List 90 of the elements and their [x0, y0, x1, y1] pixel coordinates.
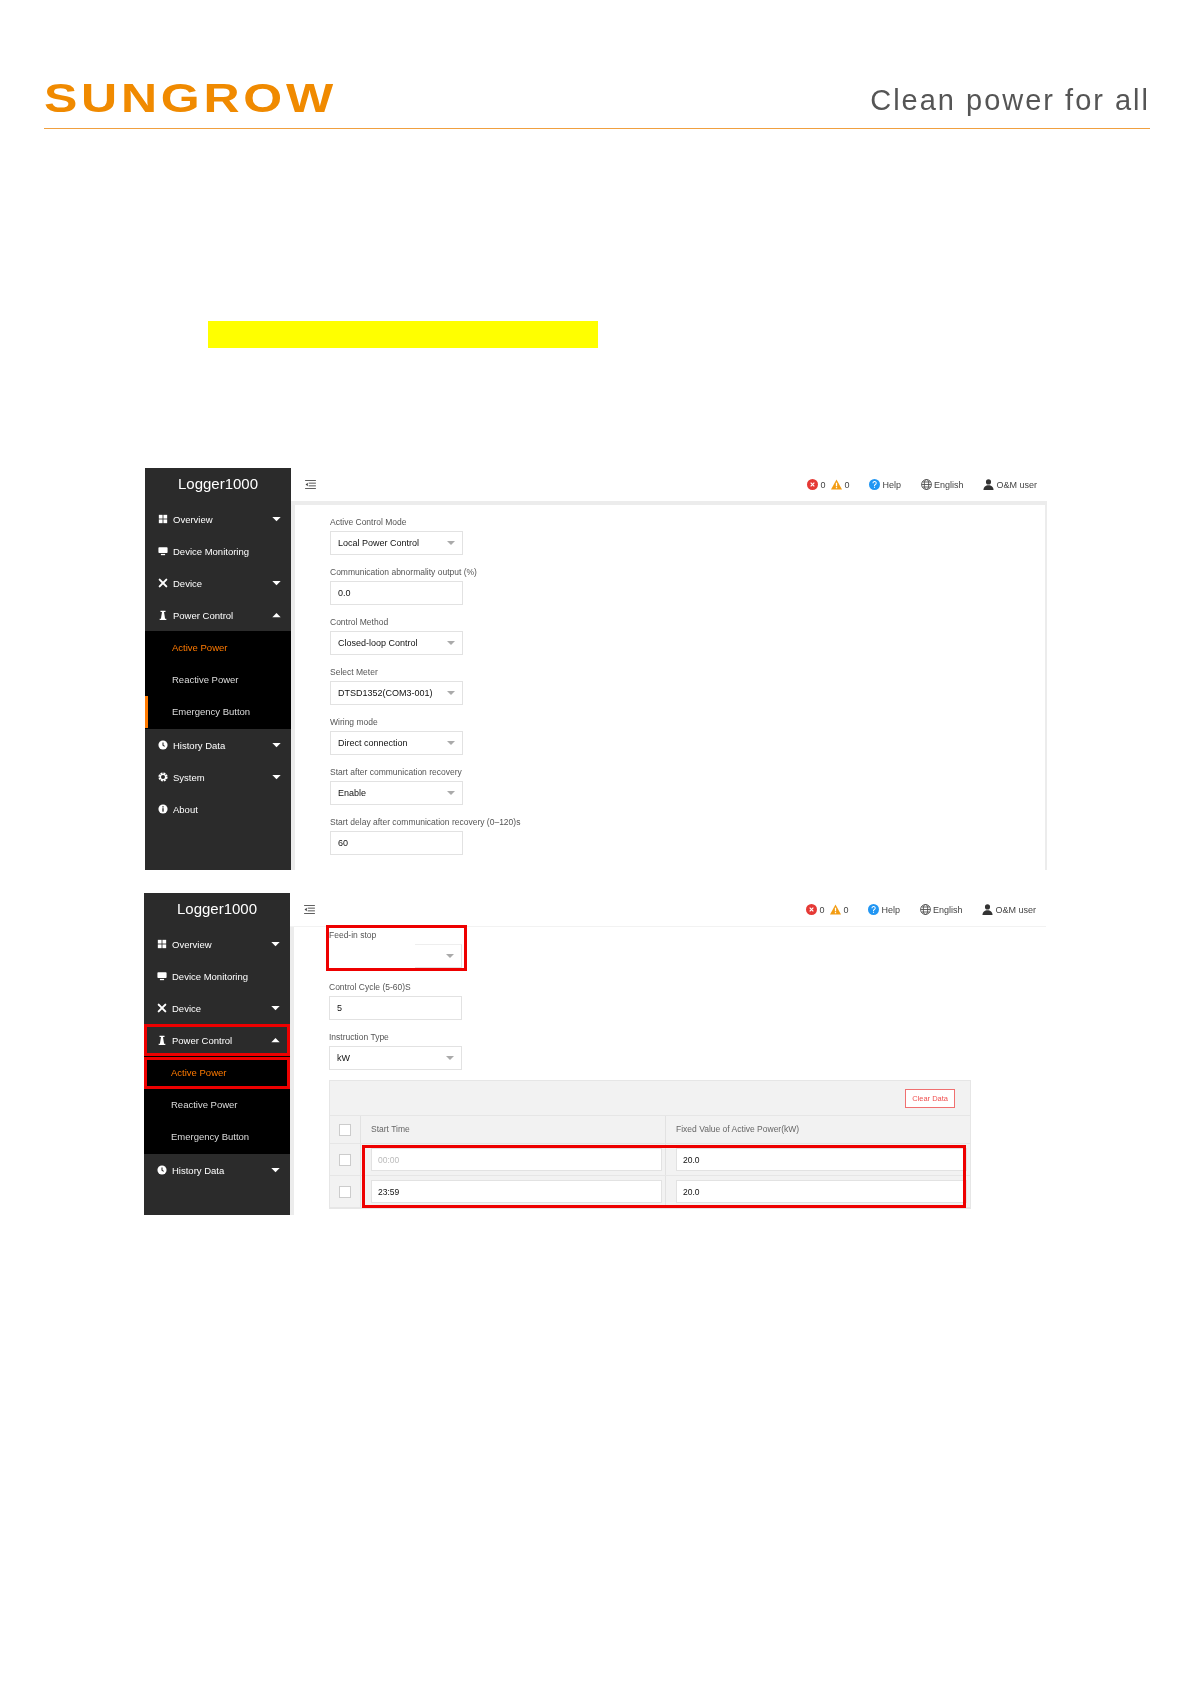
checkbox[interactable] [339, 1185, 351, 1198]
menu-icon[interactable] [304, 905, 315, 914]
info-icon [158, 804, 168, 814]
warning-icon [830, 904, 842, 915]
clock-icon [158, 740, 168, 750]
help-link[interactable]: Help [882, 479, 901, 490]
globe-icon [919, 904, 931, 915]
user-menu[interactable]: O&M user [995, 904, 1036, 915]
dropdown-icon [447, 691, 455, 695]
column-header: Start Time [360, 1116, 665, 1143]
sidebar-item[interactable]: About [145, 793, 291, 825]
select-field[interactable] [415, 944, 462, 968]
input-field[interactable]: 5 [329, 996, 462, 1020]
language-selector[interactable]: English [932, 904, 963, 915]
language-selector[interactable]: English [933, 479, 964, 490]
field-label: Active Control Mode [330, 516, 408, 528]
field-label: Feed-in stop [329, 929, 378, 941]
select-field[interactable]: Enable [330, 781, 463, 805]
submenu-item[interactable]: Reactive Power [144, 1089, 290, 1121]
dropdown-icon [446, 954, 454, 958]
warning-count: 0 [844, 479, 850, 490]
select-field[interactable]: kW [329, 1046, 462, 1070]
tools-icon [157, 1003, 167, 1013]
user-menu[interactable]: O&M user [996, 479, 1037, 490]
checkbox[interactable] [339, 1123, 351, 1136]
select-field[interactable]: Closed-loop Control [330, 631, 463, 655]
sidebar-item[interactable]: System [145, 761, 291, 793]
submenu-item[interactable]: Reactive Power [145, 664, 291, 696]
sidebar-item[interactable]: History Data [145, 729, 291, 761]
dropdown-icon [447, 541, 455, 545]
sidebar-item[interactable]: Power Control [144, 1024, 290, 1056]
user-icon [982, 904, 994, 915]
user-icon [983, 479, 995, 490]
logo: SUNGROW [44, 78, 337, 118]
sidebar-item[interactable]: Device [144, 992, 290, 1024]
error-count: 0 [819, 904, 825, 915]
submenu-item[interactable]: Active Power [144, 1057, 290, 1089]
help-icon [868, 904, 880, 915]
select-field[interactable]: DTSD1352(COM3-001) [330, 681, 463, 705]
checkbox[interactable] [339, 1153, 351, 1166]
grid-icon [157, 939, 167, 949]
tower-icon [157, 1035, 167, 1045]
sidebar-item[interactable]: Device Monitoring [144, 960, 290, 992]
time-input[interactable]: 23:59 [371, 1180, 662, 1203]
submenu-item[interactable]: Active Power [145, 632, 291, 664]
tower-icon [158, 610, 168, 620]
field-label: Communication abnormality output (%) [330, 566, 477, 578]
warning-count: 0 [843, 904, 849, 915]
dropdown-icon [446, 1056, 454, 1060]
field-label: Wiring mode [330, 716, 379, 728]
select-field[interactable]: Direct connection [330, 731, 463, 755]
warning-icon [831, 479, 843, 490]
sidebar-item[interactable]: Overview [145, 503, 291, 535]
time-input[interactable]: 00:00 [371, 1148, 662, 1171]
monitor-icon [157, 971, 167, 981]
monitor-icon [158, 546, 168, 556]
error-icon [806, 904, 818, 915]
help-icon [869, 479, 881, 490]
clock-icon [157, 1165, 167, 1175]
input-field[interactable]: 0.0 [330, 581, 463, 605]
sidebar-item[interactable]: Device [145, 567, 291, 599]
grid-icon [158, 514, 168, 524]
dropdown-icon [447, 791, 455, 795]
sidebar-item[interactable]: Power Control [145, 599, 291, 631]
settings-icon [158, 772, 168, 782]
field-label: Instruction Type [329, 1031, 390, 1043]
tools-icon [158, 578, 168, 588]
help-link[interactable]: Help [881, 904, 900, 915]
submenu-item[interactable]: Emergency Button [144, 1121, 290, 1153]
field-label: Start after communication recovery [330, 766, 463, 778]
column-header: Fixed Value of Active Power(kW) [665, 1116, 970, 1143]
error-count: 0 [820, 479, 826, 490]
submenu-item[interactable]: Emergency Button [145, 696, 291, 728]
sidebar-item[interactable]: Device Monitoring [145, 535, 291, 567]
select-field[interactable]: Local Power Control [330, 531, 463, 555]
dropdown-icon [447, 741, 455, 745]
value-input[interactable]: 20.0 [676, 1148, 967, 1171]
error-icon [807, 479, 819, 490]
sidebar-item[interactable]: History Data [144, 1154, 290, 1186]
input-field[interactable]: 60 [330, 831, 463, 855]
field-label: Select Meter [330, 666, 379, 678]
field-label: Start delay after communication recovery (0–120)s [330, 816, 521, 828]
sidebar-item[interactable]: Overview [144, 928, 290, 960]
field-label: Control Cycle (5-60)S [329, 981, 412, 993]
value-input[interactable]: 20.0 [676, 1180, 967, 1203]
tagline: Clean power for all [870, 83, 1150, 118]
globe-icon [920, 479, 932, 490]
field-label: Control Method [330, 616, 390, 628]
menu-icon[interactable] [305, 480, 316, 489]
dropdown-icon [447, 641, 455, 645]
